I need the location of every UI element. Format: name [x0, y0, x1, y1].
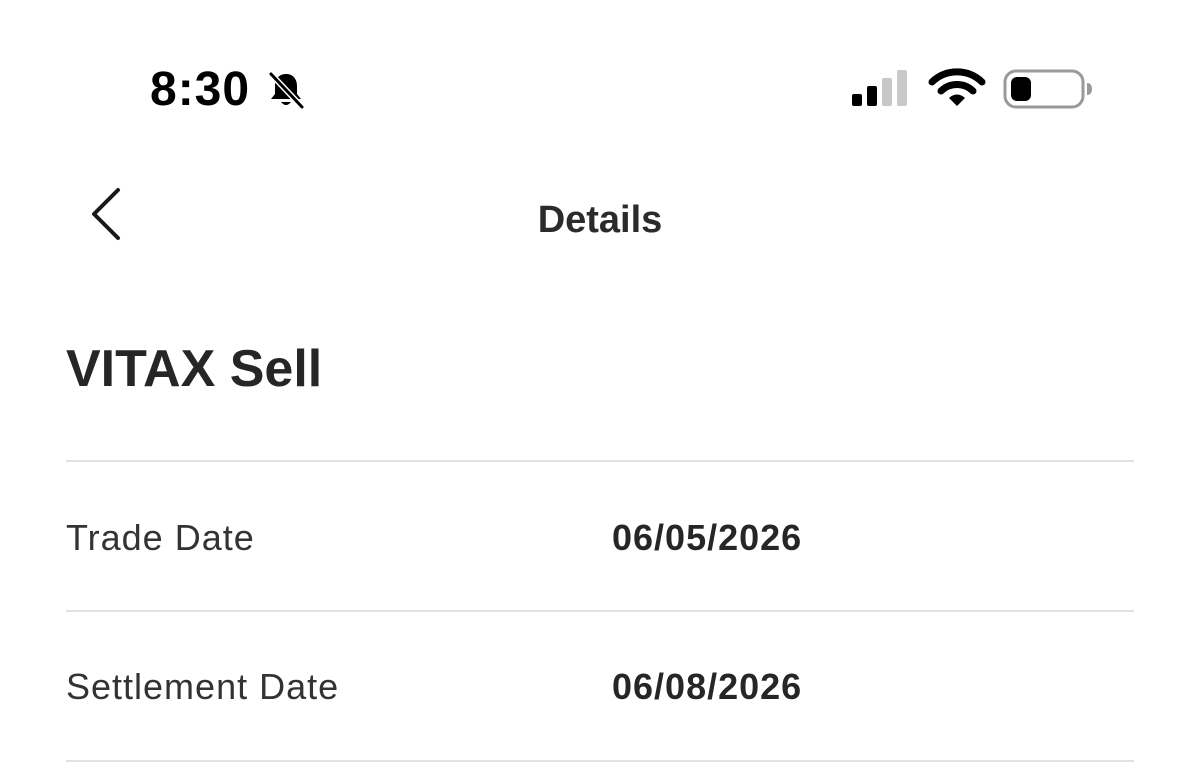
transaction-title: VITAX Sell — [66, 340, 323, 398]
trade-date-value: 06/05/2026 — [612, 517, 803, 558]
wifi-icon — [928, 68, 986, 106]
trade-date-label: Trade Date — [66, 517, 255, 558]
cellular-signal-icon — [852, 70, 907, 106]
divider — [66, 760, 1134, 762]
status-bar: 8:30 — [0, 0, 1200, 150]
status-time: 8:30 — [150, 63, 251, 116]
settlement-date-value: 06/08/2026 — [612, 666, 803, 707]
divider — [66, 460, 1134, 462]
divider — [66, 610, 1134, 612]
page-title: Details — [537, 199, 663, 241]
settlement-date-label: Settlement Date — [66, 666, 340, 707]
bell-slash-icon — [268, 71, 305, 110]
battery-icon — [1003, 69, 1092, 109]
